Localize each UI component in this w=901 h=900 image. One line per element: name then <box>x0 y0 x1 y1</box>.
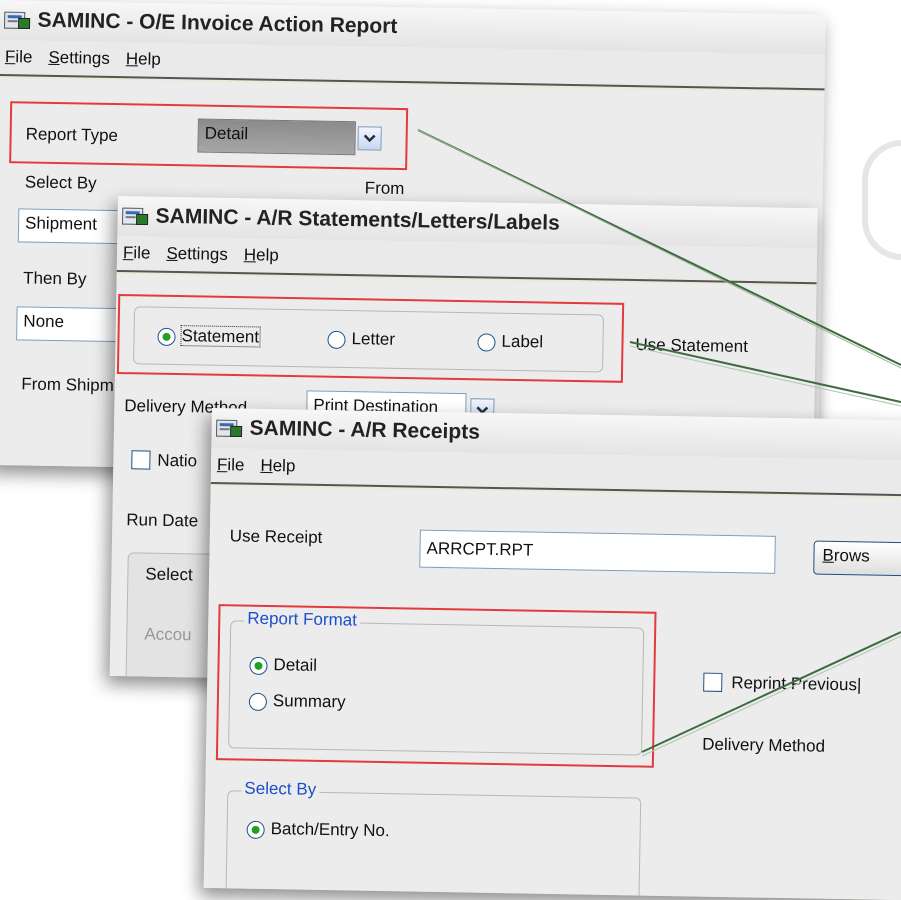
menu-help[interactable]: Help <box>244 245 279 266</box>
app-icon <box>216 419 243 438</box>
document-type-highlight <box>116 294 625 383</box>
report-type-highlight <box>9 101 409 171</box>
window-title: SAMINC - O/E Invoice Action Report <box>37 8 398 38</box>
radio-batch-entry-label: Batch/Entry No. <box>270 819 390 841</box>
menu-settings[interactable]: Settings <box>48 48 110 69</box>
menu-file[interactable]: File <box>5 47 33 67</box>
from-label: From <box>364 178 405 199</box>
browse-button-label: Brows <box>822 545 870 566</box>
menu-settings[interactable]: Settings <box>166 244 228 265</box>
use-receipt-value: ARRCPT.RPT <box>426 538 534 560</box>
use-receipt-label: Use Receipt <box>229 526 323 547</box>
window-title: SAMINC - A/R Statements/Letters/Labels <box>155 204 560 235</box>
browse-button[interactable]: Brows <box>813 540 901 577</box>
report-format-highlight <box>215 604 657 768</box>
national-checkbox[interactable] <box>131 450 151 470</box>
reprint-checkbox[interactable] <box>703 672 723 692</box>
radio-selected-icon <box>246 820 265 839</box>
run-date-label: Run Date <box>126 510 199 531</box>
reprint-label: Reprint Previous| <box>731 673 862 695</box>
select-by-legend: Select By <box>241 778 320 800</box>
use-statement-label: Use Statement <box>635 335 749 357</box>
window-ar-receipts: SAMINC - A/R Receipts File Help Use Rece… <box>203 408 901 900</box>
select-by-group <box>225 790 642 900</box>
account-label: Accou <box>144 624 192 645</box>
window-title: SAMINC - A/R Receipts <box>249 416 481 444</box>
menu-file[interactable]: File <box>217 455 245 475</box>
then-by-value: None <box>23 311 65 332</box>
menu-help[interactable]: Help <box>260 456 295 477</box>
menu-help[interactable]: Help <box>126 49 161 70</box>
menu-file[interactable]: File <box>123 243 151 263</box>
window-body: Use Receipt ARRCPT.RPT Brows Report Form… <box>203 485 901 900</box>
callout-box <box>862 140 901 260</box>
from-shipment-label: From Shipm <box>21 374 115 396</box>
app-icon <box>122 207 149 226</box>
select-by-value: Shipment <box>24 213 98 234</box>
select-by-label: Select By <box>24 172 97 193</box>
app-icon <box>4 11 31 30</box>
radio-batch-entry[interactable]: Batch/Entry No. <box>246 819 390 841</box>
use-receipt-input[interactable]: ARRCPT.RPT <box>419 529 776 574</box>
then-by-label: Then By <box>22 268 87 289</box>
national-label: Natio <box>157 450 198 471</box>
select-label: Select <box>145 564 193 585</box>
delivery-method-label: Delivery Method <box>702 734 826 756</box>
